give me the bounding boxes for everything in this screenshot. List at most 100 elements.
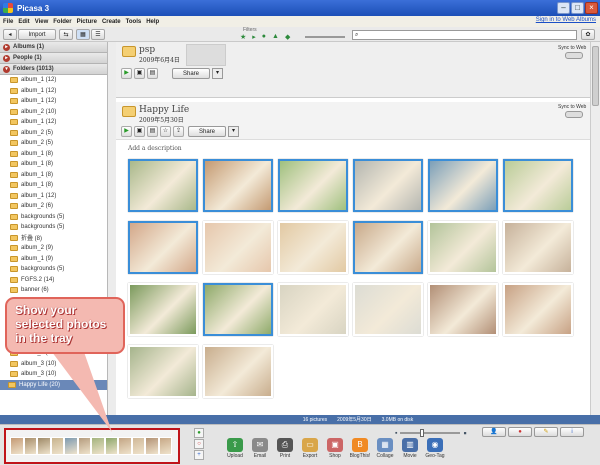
tray-thumbnail[interactable] — [64, 437, 78, 455]
folder-item[interactable]: album_2 (6) — [0, 201, 107, 212]
menu-create[interactable]: Create — [102, 19, 121, 25]
photo-thumbnail[interactable] — [428, 283, 498, 336]
folder-item[interactable]: album_2 (9) — [0, 243, 107, 254]
info-icon[interactable]: i — [560, 427, 584, 437]
video-filter-icon[interactable]: ▸ — [252, 33, 256, 41]
view-toggle-button[interactable]: ⇆ — [59, 29, 73, 40]
action-email-button[interactable]: ✉ Email — [249, 428, 271, 459]
folder-item[interactable]: album_1 (12) — [0, 75, 107, 86]
menu-tools[interactable]: Tools — [126, 19, 142, 25]
play-slideshow-button[interactable]: ▶ — [121, 126, 132, 137]
menu-file[interactable]: File — [3, 19, 13, 25]
geo-filter-icon[interactable]: ◆ — [285, 33, 290, 41]
collage-button[interactable]: ▣ — [134, 68, 145, 79]
tray-thumbnail[interactable] — [145, 437, 159, 455]
back-button[interactable]: ◂ — [3, 29, 17, 40]
share-dropdown-icon[interactable]: ▾ — [228, 126, 239, 137]
folder-item[interactable]: 折叠 (8) — [0, 233, 107, 244]
folder-item[interactable]: album_1 (9) — [0, 254, 107, 265]
photo-thumbnail[interactable] — [128, 221, 198, 274]
main-scrollbar[interactable] — [590, 42, 600, 415]
movie-button[interactable]: ▤ — [147, 126, 158, 137]
photo-thumbnail[interactable] — [353, 159, 423, 212]
photo-thumbnail[interactable] — [503, 283, 573, 336]
tray-thumbnail[interactable] — [118, 437, 132, 455]
folder-item[interactable]: backgrounds (5) — [0, 222, 107, 233]
tray-thumbnail[interactable] — [37, 437, 51, 455]
tray-thumbnail[interactable] — [10, 437, 24, 455]
grid-view-button[interactable]: ▦ — [76, 29, 90, 40]
import-button[interactable]: Import — [18, 29, 56, 40]
settings-icon[interactable]: ✿ — [581, 29, 595, 40]
share-dropdown-icon[interactable]: ▾ — [212, 68, 223, 79]
photo-thumbnail[interactable] — [128, 283, 198, 336]
minimize-button[interactable]: – — [557, 2, 570, 14]
folder-item[interactable]: album_2 (5) — [0, 128, 107, 139]
photo-thumbnail[interactable] — [353, 221, 423, 274]
photo-thumbnail[interactable] — [503, 221, 573, 274]
menu-picture[interactable]: Picture — [77, 19, 97, 25]
photo-thumbnail[interactable] — [278, 159, 348, 212]
tray-thumbnail[interactable] — [104, 437, 118, 455]
menu-edit[interactable]: Edit — [18, 19, 29, 25]
zoom-slider[interactable] — [400, 429, 461, 437]
photo-thumbnail[interactable] — [428, 221, 498, 274]
photo-thumbnail[interactable] — [203, 159, 273, 212]
photo-thumbnail[interactable] — [278, 221, 348, 274]
upload-button[interactable]: ⇪ — [173, 126, 184, 137]
folder-item[interactable]: backgrounds (5) — [0, 212, 107, 223]
upload-filter-icon[interactable]: ▲ — [272, 33, 279, 41]
action-collage-button[interactable]: ▦ Collage — [374, 428, 396, 459]
folder-item[interactable]: album_2 (5) — [0, 138, 107, 149]
tray-thumbnail[interactable] — [23, 437, 37, 455]
share-button[interactable]: Share — [172, 68, 210, 79]
search-input[interactable]: ⌕ — [352, 30, 577, 40]
menu-help[interactable]: Help — [146, 19, 159, 25]
people-filter-icon[interactable]: ● — [262, 33, 266, 41]
folder-item[interactable]: backgrounds (5) — [0, 264, 107, 275]
close-button[interactable]: × — [585, 2, 598, 14]
photo-thumbnail[interactable] — [128, 345, 198, 398]
star-button[interactable]: ☆ — [160, 126, 171, 137]
sidebar-scrollbar[interactable] — [108, 42, 116, 415]
action-print-button[interactable]: ⎙ Print — [274, 428, 296, 459]
photo-thumbnail[interactable] — [278, 283, 348, 336]
map-pin-icon[interactable]: ● — [508, 427, 532, 437]
action-export-button[interactable]: ▭ Export — [299, 428, 321, 459]
collage-button[interactable]: ▣ — [134, 126, 145, 137]
folders-section[interactable]: ▾ Folders (1013) — [0, 64, 107, 75]
menu-folder[interactable]: Folder — [53, 19, 71, 25]
tray-thumbnail[interactable] — [91, 437, 105, 455]
folder-item[interactable]: album_1 (12) — [0, 96, 107, 107]
menu-view[interactable]: View — [35, 19, 49, 25]
photo-thumbnail[interactable] — [353, 283, 423, 336]
sync-toggle[interactable] — [565, 52, 583, 59]
action-upload-button[interactable]: ⇧ Upload — [224, 428, 246, 459]
action-blogthis-button[interactable]: B BlogThis! — [349, 428, 371, 459]
album-thumbnail[interactable] — [186, 44, 226, 66]
photo-thumbnail[interactable] — [503, 159, 573, 212]
scrollbar-thumb[interactable] — [592, 46, 599, 106]
folder-item[interactable]: album_1 (8) — [0, 180, 107, 191]
clear-icon[interactable]: ○ — [194, 439, 204, 449]
folder-item[interactable]: album_1 (12) — [0, 86, 107, 97]
tag-icon[interactable]: ✎ — [534, 427, 558, 437]
tray-thumbnail[interactable] — [131, 437, 145, 455]
photo-thumbnail[interactable] — [203, 345, 273, 398]
sign-in-link[interactable]: Sign in to Web Albums — [536, 17, 596, 23]
people-icon[interactable]: 👤 — [482, 427, 506, 437]
folder-item[interactable]: album_2 (10) — [0, 107, 107, 118]
action-shop-button[interactable]: ▣ Shop — [324, 428, 346, 459]
photo-thumbnail[interactable] — [203, 221, 273, 274]
folder-item[interactable]: album_1 (12) — [0, 191, 107, 202]
date-filter-slider[interactable] — [305, 36, 345, 38]
list-view-button[interactable]: ☰ — [91, 29, 105, 40]
photo-thumbnail[interactable] — [203, 283, 273, 336]
folder-item[interactable]: album_1 (12) — [0, 117, 107, 128]
tray-thumbnail[interactable] — [158, 437, 172, 455]
folder-item[interactable]: album_1 (8) — [0, 159, 107, 170]
photo-tray[interactable] — [4, 428, 180, 464]
sync-toggle[interactable] — [565, 111, 583, 118]
album-description[interactable]: Add a description — [128, 145, 182, 152]
folder-item[interactable]: banner (6) — [0, 285, 107, 296]
